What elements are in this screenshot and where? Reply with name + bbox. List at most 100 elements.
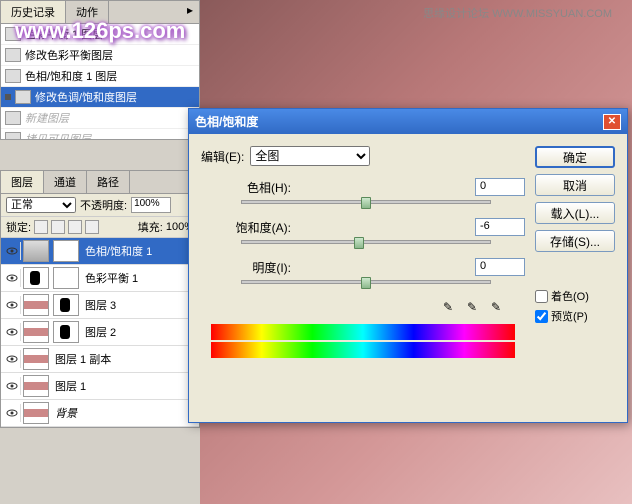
blend-mode-select[interactable]: 正常 xyxy=(6,197,76,213)
hue-row: 色相(H): 0 xyxy=(201,178,525,196)
layer-row[interactable]: 色彩平衡 1 xyxy=(1,265,199,292)
visibility-icon[interactable] xyxy=(3,269,21,287)
layer-thumb xyxy=(23,321,49,343)
preview-input[interactable] xyxy=(535,310,548,323)
layer-name: 图层 3 xyxy=(81,297,197,313)
history-label: 修改色调/饱和度图层 xyxy=(35,89,137,105)
opacity-field[interactable]: 100% xyxy=(131,197,171,213)
layers-panel: 图层 通道 路径 正常 不透明度: 100% 锁定: 填充: 100% 色相/饱… xyxy=(0,170,200,428)
layer-thumb xyxy=(23,294,49,316)
ok-button[interactable]: 确定 xyxy=(535,146,615,168)
colorize-label: 着色(O) xyxy=(551,288,589,304)
layer-thumb xyxy=(23,402,49,424)
layer-thumb xyxy=(23,240,49,262)
state-icon xyxy=(5,69,21,83)
layer-name: 色相/饱和度 1 xyxy=(81,243,197,259)
slider-thumb-icon[interactable] xyxy=(361,277,371,289)
history-item[interactable]: 新建图层 xyxy=(1,108,199,129)
layer-thumb xyxy=(23,267,49,289)
slider-thumb-icon[interactable] xyxy=(361,197,371,209)
layer-name: 背景 xyxy=(51,405,197,421)
hue-saturation-dialog: 色相/饱和度 ✕ 编辑(E): 全图 色相(H): 0 饱和度(A): -6 明… xyxy=(188,108,628,423)
tab-layers[interactable]: 图层 xyxy=(1,171,44,193)
close-icon[interactable]: ✕ xyxy=(603,114,621,130)
history-label: 新建图层 xyxy=(25,110,69,126)
visibility-icon[interactable] xyxy=(3,296,21,314)
eyedropper-row: ✎ ✎ ✎ xyxy=(201,298,505,316)
history-label: 色相/饱和度 1 图层 xyxy=(25,68,117,84)
layer-row[interactable]: 背景 xyxy=(1,400,199,427)
cancel-button[interactable]: 取消 xyxy=(535,174,615,196)
site-watermark: 思缘设计论坛 WWW.MISSYUAN.COM xyxy=(423,5,612,21)
dialog-titlebar[interactable]: 色相/饱和度 ✕ xyxy=(189,109,627,134)
checkbox-group: 着色(O) 预览(P) xyxy=(535,288,615,328)
buttons-column: 确定 取消 载入(L)... 存储(S)... 着色(O) 预览(P) xyxy=(535,146,615,360)
lightness-value[interactable]: 0 xyxy=(475,258,525,276)
opacity-label: 不透明度: xyxy=(80,197,127,213)
layers-list: 色相/饱和度 1 色彩平衡 1 图层 3 图层 2 图层 1 副本 图层 1 背… xyxy=(1,238,199,427)
save-button[interactable]: 存储(S)... xyxy=(535,230,615,252)
layer-name: 图层 1 xyxy=(51,378,197,394)
state-icon xyxy=(5,132,21,139)
slider-thumb-icon[interactable] xyxy=(354,237,364,249)
visibility-icon[interactable] xyxy=(3,350,21,368)
lightness-slider[interactable] xyxy=(241,280,491,284)
tab-channels[interactable]: 通道 xyxy=(44,171,87,193)
tab-paths[interactable]: 路径 xyxy=(87,171,130,193)
visibility-icon[interactable] xyxy=(3,377,21,395)
saturation-value[interactable]: -6 xyxy=(475,218,525,236)
state-icon xyxy=(15,90,31,104)
layer-thumb xyxy=(23,348,49,370)
eyedropper-icon[interactable]: ✎ xyxy=(439,298,457,316)
fill-label: 填充: xyxy=(138,219,163,235)
edit-label: 编辑(E): xyxy=(201,148,244,165)
layer-row[interactable]: 图层 1 xyxy=(1,373,199,400)
history-item[interactable]: 拷贝可见图层 xyxy=(1,129,199,139)
visibility-icon[interactable] xyxy=(3,404,21,422)
colorize-input[interactable] xyxy=(535,290,548,303)
load-button[interactable]: 载入(L)... xyxy=(535,202,615,224)
lock-transparency-icon[interactable] xyxy=(34,220,48,234)
edit-row: 编辑(E): 全图 xyxy=(201,146,525,166)
mask-thumb xyxy=(53,321,79,343)
layer-name: 图层 1 副本 xyxy=(51,351,197,367)
history-label: 修改色彩平衡图层 xyxy=(25,47,113,63)
history-label: 拷贝可见图层 xyxy=(25,131,91,139)
lock-all-icon[interactable] xyxy=(85,220,99,234)
hue-slider[interactable] xyxy=(241,200,491,204)
dialog-body: 编辑(E): 全图 色相(H): 0 饱和度(A): -6 明度(I): 0 xyxy=(189,134,627,372)
lock-pixels-icon[interactable] xyxy=(51,220,65,234)
layer-name: 色彩平衡 1 xyxy=(81,270,197,286)
edit-select[interactable]: 全图 xyxy=(250,146,370,166)
url-overlay: www.126ps.com xyxy=(15,18,185,44)
visibility-icon[interactable] xyxy=(3,323,21,341)
brush-dot-icon xyxy=(5,94,11,100)
layers-tabs: 图层 通道 路径 xyxy=(1,171,199,194)
mask-thumb xyxy=(53,267,79,289)
colorize-checkbox[interactable]: 着色(O) xyxy=(535,288,615,304)
eyedropper-add-icon[interactable]: ✎ xyxy=(463,298,481,316)
mask-thumb xyxy=(53,240,79,262)
eyedropper-subtract-icon[interactable]: ✎ xyxy=(487,298,505,316)
layer-name: 图层 2 xyxy=(81,324,197,340)
hue-strip-bottom xyxy=(211,342,515,358)
dialog-title: 色相/饱和度 xyxy=(195,113,258,130)
state-icon xyxy=(5,48,21,62)
preview-checkbox[interactable]: 预览(P) xyxy=(535,308,615,324)
layer-row[interactable]: 图层 3 xyxy=(1,292,199,319)
visibility-icon[interactable] xyxy=(3,242,21,260)
saturation-slider[interactable] xyxy=(241,240,491,244)
lightness-label: 明度(I): xyxy=(201,259,291,276)
history-item[interactable]: 色相/饱和度 1 图层 xyxy=(1,66,199,87)
history-item[interactable]: 修改色彩平衡图层 xyxy=(1,45,199,66)
layer-row[interactable]: 色相/饱和度 1 xyxy=(1,238,199,265)
saturation-row: 饱和度(A): -6 xyxy=(201,218,525,236)
lock-position-icon[interactable] xyxy=(68,220,82,234)
history-item[interactable]: 修改色调/饱和度图层 xyxy=(1,87,199,108)
saturation-label: 饱和度(A): xyxy=(201,219,291,236)
state-icon xyxy=(5,111,21,125)
hue-strip-top xyxy=(211,324,515,340)
layer-row[interactable]: 图层 2 xyxy=(1,319,199,346)
layer-row[interactable]: 图层 1 副本 xyxy=(1,346,199,373)
hue-value[interactable]: 0 xyxy=(475,178,525,196)
